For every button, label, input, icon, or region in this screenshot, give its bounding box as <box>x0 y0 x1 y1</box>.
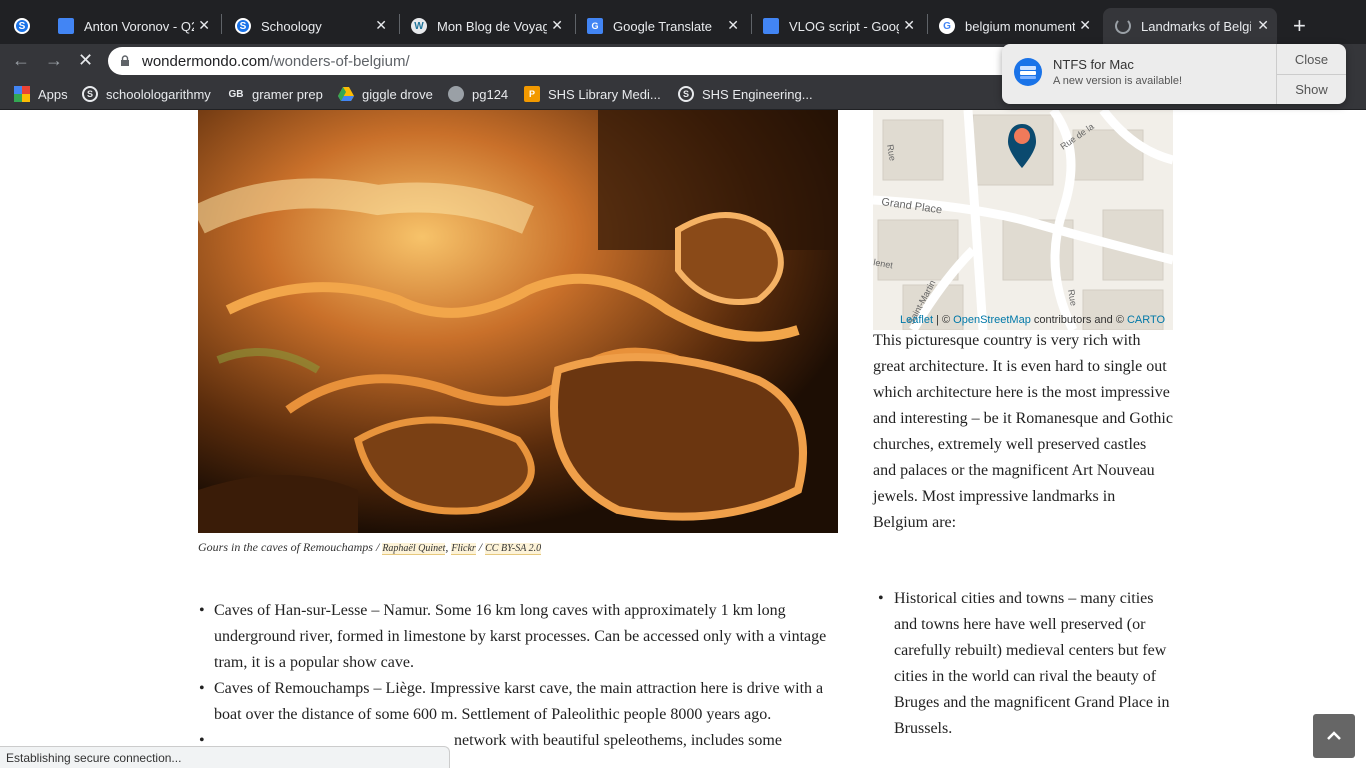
gbi-icon: GB <box>228 88 244 100</box>
leaflet-link[interactable]: Leaflet <box>900 314 933 326</box>
close-icon[interactable]: ✕ <box>375 17 387 34</box>
url-domain: wondermondo.com <box>142 52 270 70</box>
schoology-icon: S <box>14 18 30 34</box>
ntfs-disk-icon <box>1014 58 1042 86</box>
bookmark-shs-library[interactable]: P SHS Library Medi... <box>524 86 661 102</box>
map-attribution: Leaflet | © OpenStreetMap contributors a… <box>900 314 1166 326</box>
bookmark-schoolologarithmy[interactable]: S schoolologarithmy <box>82 86 211 102</box>
close-icon[interactable]: ✕ <box>551 17 563 34</box>
tab-landmarks-of-belgium[interactable]: Landmarks of Belgium ✕ <box>1103 8 1277 44</box>
tab-separator <box>751 14 752 34</box>
close-button[interactable]: Close <box>1277 44 1346 74</box>
close-icon[interactable]: ✕ <box>1257 17 1269 34</box>
photo-caption: Gours in the caves of Remouchamps / Raph… <box>198 540 542 555</box>
page-content: Gours in the caves of Remouchamps / Raph… <box>0 110 1366 768</box>
system-notification: NTFS for Mac A new version is available!… <box>1002 44 1346 104</box>
osm-link[interactable]: OpenStreetMap <box>953 314 1031 326</box>
tab-pinned-schoology[interactable]: S <box>14 8 42 44</box>
list-item: Caves of Remouchamps – Liège. Impressive… <box>199 676 839 728</box>
tab-schoology[interactable]: S Schoology ✕ <box>235 8 395 44</box>
library-icon: P <box>524 86 540 102</box>
close-icon[interactable]: ✕ <box>903 17 915 34</box>
forward-button[interactable]: → <box>45 50 63 71</box>
translate-icon: G <box>587 18 603 34</box>
schoology-icon: S <box>678 86 694 102</box>
notification-actions: Close Show <box>1276 44 1346 104</box>
bookmark-apps[interactable]: Apps <box>14 86 68 102</box>
google-icon: G <box>939 18 955 34</box>
tab-separator <box>927 14 928 34</box>
author-link[interactable]: Raphaël Quinet <box>382 543 446 555</box>
wordpress-icon: W <box>411 18 427 34</box>
tab-mon-blog[interactable]: W Mon Blog de Voyage ✕ <box>411 8 571 44</box>
address-bar[interactable]: wondermondo.com/wonders-of-belgium/ <box>108 47 1018 75</box>
apps-grid-icon <box>14 86 30 102</box>
notification-title: NTFS for Mac <box>1053 57 1134 72</box>
caves-list: Caves of Han-sur-Lesse – Namur. Some 16 … <box>199 598 839 754</box>
loading-icon <box>1115 18 1131 34</box>
show-button[interactable]: Show <box>1277 74 1346 104</box>
tab-anton-voronov[interactable]: Anton Voronov - Q2 ✕ <box>58 8 218 44</box>
location-map[interactable]: Grand Place Rue de la Rue Saint-Martin R… <box>873 110 1173 330</box>
bookmark-pg124[interactable]: pg124 <box>448 86 508 102</box>
landmarks-list: Historical cities and towns – many citie… <box>878 586 1174 742</box>
cave-photo <box>198 110 838 533</box>
globe-icon <box>448 86 464 102</box>
license-link[interactable]: CC BY-SA 2.0 <box>485 543 542 555</box>
back-to-top-button[interactable] <box>1313 714 1355 758</box>
flickr-link[interactable]: Flickr <box>451 543 476 555</box>
intro-paragraph: This picturesque country is very rich wi… <box>873 332 1173 531</box>
list-item: Historical cities and towns – many citie… <box>878 586 1174 742</box>
drive-icon <box>338 86 354 102</box>
tab-separator <box>575 14 576 34</box>
carto-link[interactable]: CARTO <box>1127 314 1165 326</box>
tab-strip: S Anton Voronov - Q2 ✕ S Schoology ✕ W M… <box>0 0 1366 44</box>
list-item: Caves of Han-sur-Lesse – Namur. Some 16 … <box>199 598 839 676</box>
tab-separator <box>399 14 400 34</box>
status-bubble: Establishing secure connection... <box>0 746 450 768</box>
lock-icon <box>121 55 129 66</box>
new-tab-button[interactable]: + <box>1293 8 1313 44</box>
tab-google-translate[interactable]: G Google Translate ✕ <box>587 8 747 44</box>
bookmark-gramer-prep[interactable]: GB gramer prep <box>228 86 323 102</box>
bookmark-giggle-drove[interactable]: giggle drove <box>338 86 433 102</box>
close-icon[interactable]: ✕ <box>727 17 739 34</box>
tab-belgium-monuments[interactable]: G belgium monuments ✕ <box>939 8 1099 44</box>
url-path: /wonders-of-belgium/ <box>269 52 410 70</box>
plus-icon: + <box>1293 13 1306 38</box>
tab-separator <box>221 14 222 34</box>
back-button[interactable]: ← <box>12 50 30 71</box>
schoology-icon: S <box>82 86 98 102</box>
close-icon[interactable]: ✕ <box>1079 17 1091 34</box>
docs-icon <box>58 18 74 34</box>
close-icon[interactable]: ✕ <box>198 17 210 34</box>
chevron-up-icon <box>1327 731 1341 740</box>
schoology-icon: S <box>235 18 251 34</box>
stop-button[interactable]: ✕ <box>78 50 93 71</box>
tab-vlog-script[interactable]: VLOG script - Goog ✕ <box>763 8 923 44</box>
notification-message: A new version is available! <box>1053 75 1183 87</box>
docs-icon <box>763 18 779 34</box>
bookmark-shs-engineering[interactable]: S SHS Engineering... <box>678 86 813 102</box>
